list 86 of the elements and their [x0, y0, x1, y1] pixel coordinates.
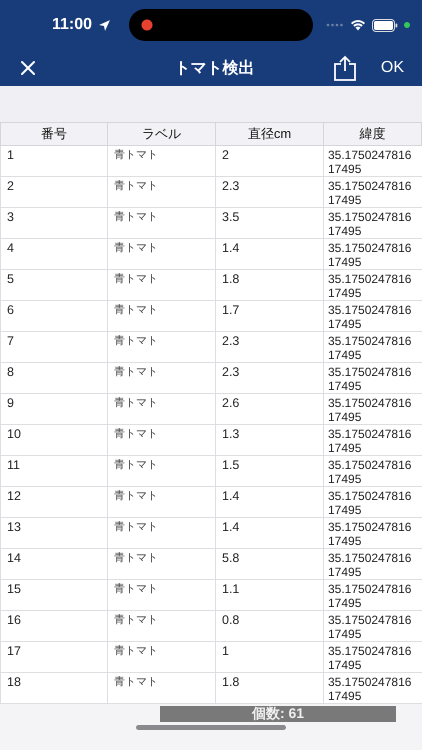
- table-cell: 1.4: [216, 487, 324, 518]
- table-cell: 16: [0, 611, 108, 642]
- table-cell: 1.1: [216, 580, 324, 611]
- table-cell: 青トマト: [108, 487, 216, 518]
- table-cell: 35.175024781617495: [324, 239, 422, 270]
- table-cell: 13: [0, 518, 108, 549]
- table-cell: 青トマト: [108, 394, 216, 425]
- table-cell: 1: [216, 642, 324, 673]
- table-cell: 青トマト: [108, 580, 216, 611]
- wifi-icon: [350, 19, 366, 31]
- table-cell: 1.3: [216, 425, 324, 456]
- table-cell: 35.175024781617495: [324, 208, 422, 239]
- table-cell: 9: [0, 394, 108, 425]
- table-cell: 1.7: [216, 301, 324, 332]
- status-time: 11:00: [52, 16, 92, 34]
- table-cell: 2.3: [216, 332, 324, 363]
- table-cell: 青トマト: [108, 239, 216, 270]
- table-cell: 1.4: [216, 239, 324, 270]
- table-cell: 青トマト: [108, 642, 216, 673]
- table-cell: 4: [0, 239, 108, 270]
- table-cell: 0.8: [216, 611, 324, 642]
- table-cell: 35.175024781617495: [324, 146, 422, 177]
- table-cell: 青トマト: [108, 456, 216, 487]
- table-cell: 35.175024781617495: [324, 549, 422, 580]
- ok-button[interactable]: OK: [380, 59, 404, 77]
- column-header: 番号: [0, 122, 108, 146]
- column-header: 直径cm: [216, 122, 324, 146]
- table-cell: 5.8: [216, 549, 324, 580]
- table-cell: 35.175024781617495: [324, 425, 422, 456]
- column-header: 緯度: [324, 122, 422, 146]
- table-cell: 8: [0, 363, 108, 394]
- table-cell: 35.175024781617495: [324, 270, 422, 301]
- table-cell: 青トマト: [108, 549, 216, 580]
- table-cell: 3.5: [216, 208, 324, 239]
- share-icon: [332, 55, 357, 81]
- table-cell: 青トマト: [108, 208, 216, 239]
- table-cell: 1.4: [216, 518, 324, 549]
- table-cell: 1.8: [216, 270, 324, 301]
- table-cell: 青トマト: [108, 363, 216, 394]
- recording-dot-icon: [141, 19, 154, 31]
- table-cell: 1.5: [216, 456, 324, 487]
- table-cell: 14: [0, 549, 108, 580]
- table-cell: 5: [0, 270, 108, 301]
- table-cell: 1: [0, 146, 108, 177]
- table-cell: 7: [0, 332, 108, 363]
- table-cell: 青トマト: [108, 301, 216, 332]
- table-cell: 15: [0, 580, 108, 611]
- table-cell: 35.175024781617495: [324, 394, 422, 425]
- table-cell: 35.175024781617495: [324, 580, 422, 611]
- table-cell: 35.175024781617495: [324, 611, 422, 642]
- table-cell: 35.175024781617495: [324, 177, 422, 208]
- table-cell: 3: [0, 208, 108, 239]
- table-cell: 青トマト: [108, 146, 216, 177]
- table-cell: 青トマト: [108, 425, 216, 456]
- close-button[interactable]: [20, 60, 36, 76]
- count-toast: 個数: 61: [160, 706, 396, 722]
- table-cell: 青トマト: [108, 177, 216, 208]
- battery-icon: [372, 18, 398, 32]
- table-cell: 35.175024781617495: [324, 456, 422, 487]
- table-cell: 青トマト: [108, 611, 216, 642]
- table-cell: 2.6: [216, 394, 324, 425]
- table-cell: 2.3: [216, 363, 324, 394]
- location-arrow-icon: [98, 18, 112, 32]
- table-cell: 2.3: [216, 177, 324, 208]
- table-cell: 10: [0, 425, 108, 456]
- share-button[interactable]: [332, 55, 357, 81]
- table-cell: 35.175024781617495: [324, 642, 422, 673]
- table-cell: 11: [0, 456, 108, 487]
- table-cell: 青トマト: [108, 332, 216, 363]
- table-cell: 2: [216, 146, 324, 177]
- close-icon: [20, 60, 36, 76]
- table-cell: 2: [0, 177, 108, 208]
- nav-title: トマト検出: [173, 58, 256, 78]
- column-header: ラベル: [108, 122, 216, 146]
- table-cell: 35.175024781617495: [324, 363, 422, 394]
- table-cell: 35.175024781617495: [324, 487, 422, 518]
- table-cell: 青トマト: [108, 518, 216, 549]
- table-cell: 17: [0, 642, 108, 673]
- table-cell: 12: [0, 487, 108, 518]
- privacy-dot-icon: [404, 22, 410, 28]
- signal-icon: [326, 23, 344, 27]
- table-cell: 35.175024781617495: [324, 301, 422, 332]
- table-cell: 35.175024781617495: [324, 518, 422, 549]
- table-cell: 35.175024781617495: [324, 332, 422, 363]
- table-cell: 6: [0, 301, 108, 332]
- table-cell: 青トマト: [108, 270, 216, 301]
